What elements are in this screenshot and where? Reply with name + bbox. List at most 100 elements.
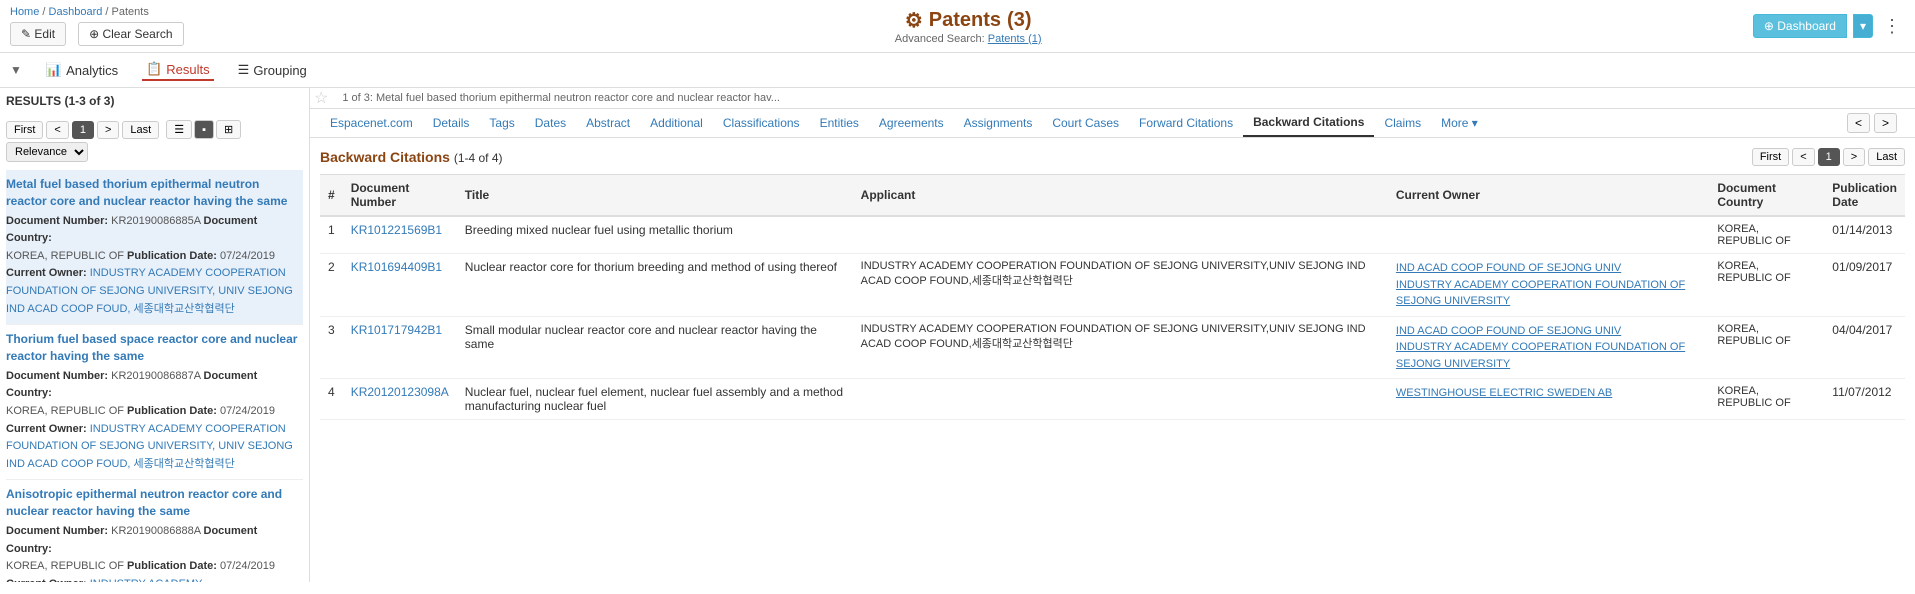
clear-search-button[interactable]: ⊕ Clear Search — [78, 22, 183, 46]
tab-details[interactable]: Details — [423, 110, 480, 136]
cell-doc-country: KOREA, REPUBLIC OF — [1709, 379, 1824, 420]
cell-pub-date: 01/09/2017 — [1824, 254, 1905, 317]
cell-pub-date: 11/07/2012 — [1824, 379, 1905, 420]
tab-right-nav: < > — [1847, 113, 1905, 133]
cell-title: Nuclear fuel, nuclear fuel element, nucl… — [457, 379, 853, 420]
first-page-button[interactable]: First — [6, 121, 43, 139]
citations-next-btn[interactable]: > — [1843, 148, 1865, 166]
cell-doc-country: KOREA, REPUBLIC OF — [1709, 254, 1824, 317]
breadcrumb-home[interactable]: Home — [10, 6, 39, 18]
table-row: 2KR101694409B1Nuclear reactor core for t… — [320, 254, 1905, 317]
citations-current-btn[interactable]: 1 — [1818, 148, 1840, 166]
grouping-label: Grouping — [253, 63, 306, 78]
result-item-1[interactable]: Metal fuel based thorium epithermal neut… — [6, 170, 303, 325]
result-title-3: Anisotropic epithermal neutron reactor c… — [6, 486, 303, 520]
cell-title: Nuclear reactor core for thorium breedin… — [457, 254, 853, 317]
dashboard-button[interactable]: ⊕ Dashboard — [1753, 14, 1847, 38]
star-icon[interactable]: ☆ — [314, 88, 328, 108]
dashboard-caret-button[interactable]: ▾ — [1853, 14, 1873, 38]
cell-doc-number: KR101221569B1 — [343, 216, 457, 254]
compact-view-button[interactable]: ▪ — [194, 120, 214, 139]
patents-count: (3) — [1007, 9, 1031, 32]
advanced-search-link[interactable]: Patents (1) — [988, 33, 1042, 45]
tab-nav-prev[interactable]: < — [1847, 113, 1870, 133]
left-panel: RESULTS (1-3 of 3) First < 1 > Last ☰ ▪ … — [0, 88, 310, 582]
last-page-button[interactable]: Last — [122, 121, 159, 139]
grouping-icon: ☰ — [238, 62, 250, 78]
analytics-label: Analytics — [66, 63, 118, 78]
grid-view-button[interactable]: ⊞ — [216, 120, 241, 139]
edit-button[interactable]: ✎ Edit — [10, 22, 66, 46]
tab-dates[interactable]: Dates — [525, 110, 576, 136]
cell-applicant: INDUSTRY ACADEMY COOPERATION FOUNDATION … — [853, 316, 1388, 379]
tab-more[interactable]: More ▾ — [1431, 110, 1488, 136]
owner-link[interactable]: IND ACAD COOP FOUND OF SEJONG UNIV — [1396, 260, 1701, 277]
current-page-button[interactable]: 1 — [72, 121, 94, 139]
result-title-2: Thorium fuel based space reactor core an… — [6, 331, 303, 365]
results-pagination: First < 1 > Last ☰ ▪ ⊞ Relevance Date Ti… — [6, 120, 303, 162]
breadcrumb-dashboard[interactable]: Dashboard — [49, 6, 103, 18]
citations-last-btn[interactable]: Last — [1868, 148, 1905, 166]
result-meta-1: Document Number: KR20190086885A Document… — [6, 213, 303, 319]
doc-number-link[interactable]: KR101221569B1 — [351, 223, 442, 237]
tab-abstract[interactable]: Abstract — [576, 110, 640, 136]
col-doc-country: DocumentCountry — [1709, 175, 1824, 217]
results-icon: 📋 — [146, 61, 162, 77]
doc-number-link[interactable]: KR101694409B1 — [351, 260, 442, 274]
doc-number-link[interactable]: KR20120123098A — [351, 385, 449, 399]
nav-analytics[interactable]: 📊 Analytics — [42, 60, 122, 80]
result-item-3[interactable]: Anisotropic epithermal neutron reactor c… — [6, 480, 303, 582]
tab-entities[interactable]: Entities — [810, 110, 869, 136]
filter-icon: ▼ — [10, 63, 22, 77]
sort-select[interactable]: Relevance Date Title — [6, 142, 88, 162]
list-view-button[interactable]: ☰ — [166, 120, 192, 139]
table-header-row: # DocumentNumber Title Applicant Current… — [320, 175, 1905, 217]
doc-number-link[interactable]: KR101717942B1 — [351, 323, 442, 337]
cell-doc-number: KR20120123098A — [343, 379, 457, 420]
citations-pagination: First < 1 > Last — [1752, 148, 1905, 166]
cell-current-owner — [1388, 216, 1709, 254]
cell-num: 1 — [320, 216, 343, 254]
table-row: 4KR20120123098ANuclear fuel, nuclear fue… — [320, 379, 1905, 420]
right-panel: ☆ 1 of 3: Metal fuel based thorium epith… — [310, 88, 1915, 582]
citations-prev-btn[interactable]: < — [1792, 148, 1814, 166]
tab-claims[interactable]: Claims — [1374, 110, 1431, 136]
citations-first-btn[interactable]: First — [1752, 148, 1789, 166]
owner-link[interactable]: WESTINGHOUSE ELECTRIC SWEDEN AB — [1396, 385, 1701, 402]
nav-results[interactable]: 📋 Results — [142, 59, 214, 81]
table-row: 3 KR101717942B1 Small modular nuclear reac… — [320, 316, 1905, 379]
cell-applicant — [853, 379, 1388, 420]
citations-count: (1-4 of 4) — [454, 151, 503, 165]
cell-current-owner: WESTINGHOUSE ELECTRIC SWEDEN AB — [1388, 379, 1709, 420]
nav-grouping[interactable]: ☰ Grouping — [234, 60, 311, 80]
tab-court-cases[interactable]: Court Cases — [1042, 110, 1129, 136]
results-top: RESULTS (1-3 of 3) — [6, 94, 303, 114]
tab-assignments[interactable]: Assignments — [954, 110, 1043, 136]
col-title: Title — [457, 175, 853, 217]
owner-link[interactable]: IND ACAD COOP FOUND OF SEJONG UNIV — [1396, 323, 1701, 340]
owner-link[interactable]: INDUSTRY ACADEMY COOPERATION FOUNDATION … — [1396, 339, 1701, 372]
next-page-button[interactable]: > — [97, 121, 119, 139]
tab-additional[interactable]: Additional — [640, 110, 713, 136]
breadcrumb: Home / Dashboard / Patents — [10, 6, 172, 18]
tab-agreements[interactable]: Agreements — [869, 110, 954, 136]
owner-link[interactable]: INDUSTRY ACADEMY COOPERATION FOUNDATION … — [1396, 277, 1701, 310]
result-item-2[interactable]: Thorium fuel based space reactor core an… — [6, 325, 303, 480]
cell-title: Small modular nuclear reactor core and n… — [457, 316, 853, 379]
tab-forward-citations[interactable]: Forward Citations — [1129, 110, 1243, 136]
tab-tags[interactable]: Tags — [479, 110, 524, 136]
tab-nav-next[interactable]: > — [1874, 113, 1897, 133]
more-vert-button[interactable]: ⋮ — [1879, 12, 1905, 41]
cell-applicant: INDUSTRY ACADEMY COOPERATION FOUNDATION … — [853, 254, 1388, 317]
breadcrumb-patents: Patents — [112, 6, 149, 18]
table-row: 1 KR101221569B1 Breeding mixed nuclear fue… — [320, 216, 1905, 254]
cell-num: 3 — [320, 316, 343, 379]
tab-espacenet[interactable]: Espacenet.com — [320, 110, 423, 136]
tab-classifications[interactable]: Classifications — [713, 110, 810, 136]
cell-current-owner: IND ACAD COOP FOUND OF SEJONG UNIVINDUST… — [1388, 254, 1709, 317]
prev-page-button[interactable]: < — [46, 121, 68, 139]
tab-backward-citations[interactable]: Backward Citations — [1243, 109, 1374, 137]
cell-title: Breeding mixed nuclear fuel using metall… — [457, 216, 853, 254]
main-layout: RESULTS (1-3 of 3) First < 1 > Last ☰ ▪ … — [0, 88, 1915, 582]
results-header: RESULTS (1-3 of 3) — [6, 94, 114, 108]
